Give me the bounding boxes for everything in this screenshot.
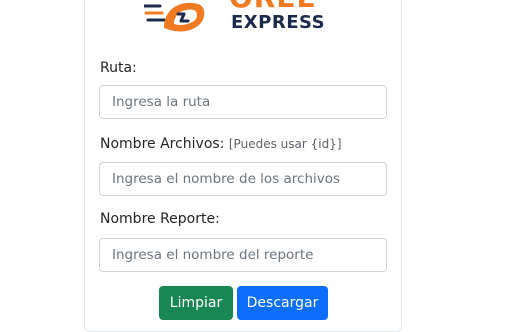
logo-word-express: EXPRESS	[231, 12, 326, 33]
reporte-input[interactable]	[99, 238, 387, 272]
brand-logo: OREL EXPRESS	[144, 0, 330, 38]
archivos-hint: [Puedes usar {id}]	[228, 137, 342, 151]
archivos-label-text: Nombre Archivos:	[100, 136, 225, 152]
ruta-label-text: Ruta:	[100, 60, 137, 76]
download-button[interactable]: Descargar	[237, 286, 328, 320]
ruta-label: Ruta:	[100, 61, 137, 75]
clear-button[interactable]: Limpiar	[159, 286, 233, 320]
ruta-input[interactable]	[99, 85, 387, 119]
reporte-label: Nombre Reporte:	[100, 212, 220, 226]
reporte-label-text: Nombre Reporte:	[100, 211, 220, 227]
logo-mark-icon	[144, 2, 205, 32]
archivos-label: Nombre Archivos: [Puedes usar {id}]	[100, 137, 342, 151]
logo-word-orel: OREL	[229, 0, 315, 12]
archivos-input[interactable]	[99, 162, 387, 196]
